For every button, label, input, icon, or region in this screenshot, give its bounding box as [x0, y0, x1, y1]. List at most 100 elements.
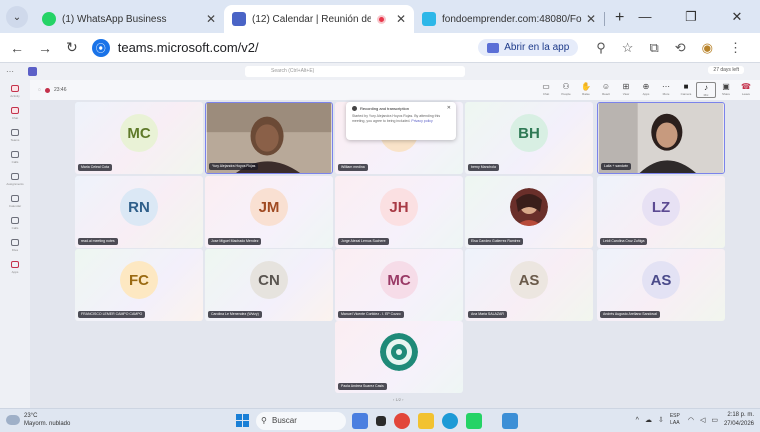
- rail-item-files[interactable]: Files: [0, 234, 30, 256]
- participant-tile[interactable]: Paola Andrea Suarez Casis: [335, 321, 463, 393]
- battery-icon[interactable]: ▭: [711, 416, 718, 424]
- participant-name: read.ai meeting notes: [78, 238, 118, 245]
- close-tab-icon[interactable]: ✕: [206, 12, 216, 26]
- timer-text: 23:46: [53, 87, 67, 93]
- edge-icon[interactable]: [442, 413, 458, 429]
- participant-tile[interactable]: RN read.ai meeting notes: [75, 176, 203, 248]
- rail-item-calls[interactable]: Calls: [0, 146, 30, 168]
- participant-tile[interactable]: BH berny Manchola: [465, 102, 593, 174]
- app-launcher-icon[interactable]: ⋯: [6, 67, 14, 76]
- cloud-sync-icon[interactable]: ☁: [645, 416, 652, 424]
- view-button[interactable]: ⊞ View: [616, 82, 636, 98]
- participant-tile[interactable]: LZ Leidi Carolina Cruz Zuñiga: [597, 176, 725, 248]
- volume-icon[interactable]: ◁: [700, 416, 705, 424]
- extensions-icon[interactable]: ⧉: [649, 40, 658, 56]
- task-view-icon[interactable]: [376, 416, 386, 426]
- system-clock[interactable]: 2:18 p. m. 27/04/2026: [724, 411, 754, 429]
- close-window-icon[interactable]: ✕: [714, 0, 760, 33]
- chat-button[interactable]: ▭ Chat: [536, 82, 556, 98]
- rail-item-assignments[interactable]: Assignments: [0, 168, 30, 190]
- control-label: Camera: [680, 92, 692, 96]
- restore-icon[interactable]: ❐: [668, 0, 714, 33]
- chrome-icon[interactable]: [394, 413, 410, 429]
- meeting-controls: ▭ Chat ⚇ People ✋ Raise ☺ React ⊞ View ⊕ Apps …: [536, 82, 756, 98]
- participant-tile-video[interactable]: Yury Alejandra Hoyos Rojas: [205, 102, 333, 174]
- privacy-policy-link[interactable]: Privacy policy: [411, 119, 432, 123]
- participant-avatar: JH: [380, 188, 418, 226]
- participant-tile[interactable]: MC Maria Celeal Cota: [75, 102, 203, 174]
- react-button[interactable]: ☺ React: [596, 82, 616, 98]
- participant-tile[interactable]: AS Ana Maria SALAZAR: [465, 249, 593, 321]
- rail-label: Assignments: [6, 181, 24, 186]
- participant-tile[interactable]: FC FRANCISCO LEMER CAMPO CAMPO: [75, 249, 203, 321]
- participant-tile[interactable]: CN Carolina Le Menendez (Wvizy): [205, 249, 333, 321]
- start-button[interactable]: [236, 414, 249, 427]
- url-text[interactable]: teams.microsoft.com/v2/: [118, 40, 259, 55]
- tab-search-button[interactable]: ⌄: [6, 6, 28, 28]
- forward-icon[interactable]: →: [38, 40, 52, 56]
- time-left-badge[interactable]: 27 days left: [708, 66, 744, 74]
- wifi-icon[interactable]: ◠: [688, 416, 694, 424]
- rail-item-activity[interactable]: Activity: [0, 80, 30, 102]
- camera-button[interactable]: ■ Camera: [676, 82, 696, 98]
- app-icon: [487, 42, 500, 53]
- profile-icon[interactable]: ◉: [702, 40, 713, 56]
- minimize-icon[interactable]: —: [622, 0, 668, 33]
- control-label: Mic: [703, 93, 709, 97]
- recording-icon: [352, 106, 357, 111]
- teams-taskbar-icon[interactable]: [502, 413, 518, 429]
- participant-tile[interactable]: MC Manuel Vicente Cortidez - I. EP Cozzo: [335, 249, 463, 321]
- usb-icon[interactable]: ⇩: [658, 416, 664, 424]
- close-tab-icon[interactable]: ✕: [396, 12, 406, 26]
- site-info-icon[interactable]: ⦿: [91, 38, 110, 57]
- rail-item-calendar[interactable]: Calendar: [0, 190, 30, 212]
- participant-name: Elsa Candeo Gutierrez Ramirez: [468, 238, 524, 245]
- back-icon[interactable]: ←: [10, 40, 24, 56]
- reload-icon[interactable]: ↻: [66, 39, 78, 56]
- taskbar-apps: [352, 413, 526, 429]
- language-indicator[interactable]: ESP LAA: [670, 413, 680, 427]
- whatsapp-taskbar-icon[interactable]: [466, 413, 482, 429]
- participant-avatar: CN: [250, 261, 288, 299]
- people-button[interactable]: ⚇ People: [556, 82, 576, 98]
- rail-item-teams[interactable]: Teams: [0, 124, 30, 146]
- raise-hand-button[interactable]: ✋ Raise: [576, 82, 596, 98]
- close-tab-icon[interactable]: ✕: [586, 12, 596, 26]
- rail-item-chat[interactable]: Chat: [0, 102, 30, 124]
- share-button[interactable]: ▣ Share: [716, 82, 736, 98]
- close-notification-icon[interactable]: ✕: [447, 105, 451, 111]
- hand-icon: ✋: [581, 82, 591, 91]
- history-icon[interactable]: ⟲: [675, 40, 686, 56]
- more-button[interactable]: ⋯ More: [656, 82, 676, 98]
- system-tray: ^ ☁ ⇩ ESP LAA ◠ ◁ ▭ 2:18 p. m. 27/04/202…: [636, 411, 754, 429]
- widgets-app-icon[interactable]: [352, 413, 368, 429]
- lang-primary: ESP: [669, 413, 680, 419]
- apps-button[interactable]: ⊕ Apps: [636, 82, 656, 98]
- gallery-page-indicator[interactable]: ‹ 1/2 ›: [393, 397, 403, 402]
- open-in-app-button[interactable]: Abrir en la app: [478, 39, 579, 56]
- participant-tile-video[interactable]: Laila + sandwin: [597, 102, 725, 174]
- participant-tile[interactable]: JH Jorge Alexai Lemus Suchere: [335, 176, 463, 248]
- participant-avatar: BH: [510, 114, 548, 152]
- participant-tile[interactable]: JM Jose Miguel Machado Mendez: [205, 176, 333, 248]
- file-explorer-icon[interactable]: [418, 413, 434, 429]
- tab-calendar[interactable]: (12) Calendar | Reunión de alistar ✕: [224, 5, 414, 33]
- participant-tile[interactable]: Elsa Candeo Gutierrez Ramirez: [465, 176, 593, 248]
- rail-item-calls-2[interactable]: Calls: [0, 212, 30, 234]
- rail-label: Files: [11, 247, 19, 252]
- rail-item-apps[interactable]: Apps: [0, 256, 30, 278]
- participant-tile[interactable]: AS Andrés Augusto Arellano Sandoval: [597, 249, 725, 321]
- chevron-up-icon[interactable]: ^: [636, 417, 639, 424]
- leave-button[interactable]: ☎ Leave: [736, 82, 756, 98]
- navigation-bar: ← → ↻ ⦿ teams.microsoft.com/v2/ Abrir en…: [0, 33, 760, 63]
- tab-fondoemprender[interactable]: fondoemprender.com:48080/Fonade ✕: [414, 5, 604, 33]
- taskbar-search[interactable]: ⚲ Buscar: [256, 412, 346, 430]
- address-bar[interactable]: ⦿ teams.microsoft.com/v2/: [91, 36, 478, 60]
- tab-whatsapp[interactable]: (1) WhatsApp Business ✕: [34, 5, 224, 33]
- zoom-icon[interactable]: ⚲: [596, 40, 606, 56]
- teams-search-input[interactable]: Search (Ctrl+Alt+E): [245, 66, 465, 77]
- bookmark-star-icon[interactable]: ☆: [622, 40, 634, 56]
- browser-menu-icon[interactable]: ⋮: [729, 40, 742, 56]
- weather-widget[interactable]: 23°C Mayorm. nublado: [6, 412, 70, 428]
- mic-button[interactable]: ♪ Mic: [696, 82, 716, 98]
